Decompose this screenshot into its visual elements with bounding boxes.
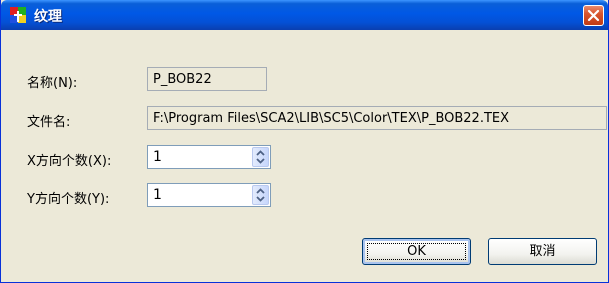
- cancel-button-label: 取消: [529, 244, 556, 259]
- title-bar[interactable]: 纹理: [1, 0, 608, 30]
- name-label: 名称(N):: [27, 76, 78, 91]
- spin-up-down-icon: [256, 188, 265, 202]
- x-count-stepper[interactable]: 1: [147, 145, 271, 169]
- ok-button[interactable]: OK: [362, 238, 471, 265]
- filename-field: F:\Program Files\SCA2\LIB\SC5\Color\TEX\…: [147, 106, 607, 130]
- window-title: 纹理: [34, 9, 62, 25]
- texture-app-icon: [10, 7, 26, 23]
- x-count-spin-buttons[interactable]: [252, 147, 269, 167]
- focus-rectangle: [367, 243, 466, 260]
- y-count-label: Y方向个数(Y):: [27, 192, 110, 207]
- close-button[interactable]: [583, 5, 604, 26]
- close-icon: [587, 9, 600, 22]
- x-count-value[interactable]: 1: [153, 149, 162, 165]
- texture-dialog: 纹理 名称(N): P_BOB22 文件名: F:\Program Files\…: [0, 0, 609, 283]
- name-field: P_BOB22: [147, 67, 267, 91]
- filename-label: 文件名:: [27, 115, 71, 130]
- cancel-button[interactable]: 取消: [488, 238, 597, 265]
- y-count-stepper[interactable]: 1: [147, 183, 271, 207]
- x-count-label: X方向个数(X):: [27, 154, 112, 169]
- spin-up-down-icon: [256, 150, 265, 164]
- y-count-value[interactable]: 1: [153, 187, 162, 203]
- y-count-spin-buttons[interactable]: [252, 185, 269, 205]
